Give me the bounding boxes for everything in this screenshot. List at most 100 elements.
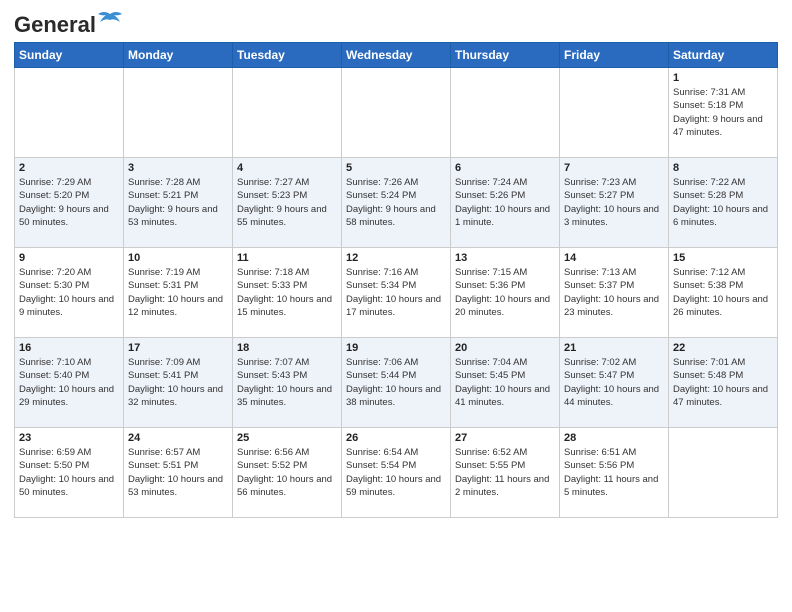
calendar-cell: 15 Sunrise: 7:12 AM Sunset: 5:38 PM Dayli… <box>669 248 778 338</box>
calendar-cell: 16 Sunrise: 7:10 AM Sunset: 5:40 PM Dayli… <box>15 338 124 428</box>
day-info: Sunrise: 7:02 AM Sunset: 5:47 PM Dayligh… <box>564 356 664 409</box>
calendar-cell <box>451 68 560 158</box>
calendar-cell: 14 Sunrise: 7:13 AM Sunset: 5:37 PM Dayli… <box>560 248 669 338</box>
weekday-header-friday: Friday <box>560 43 669 68</box>
calendar-cell: 2 Sunrise: 7:29 AM Sunset: 5:20 PM Daylig… <box>15 158 124 248</box>
weekday-header-wednesday: Wednesday <box>342 43 451 68</box>
day-number: 21 <box>564 342 664 354</box>
weekday-header-thursday: Thursday <box>451 43 560 68</box>
calendar-cell: 10 Sunrise: 7:19 AM Sunset: 5:31 PM Dayli… <box>124 248 233 338</box>
day-info: Sunrise: 7:15 AM Sunset: 5:36 PM Dayligh… <box>455 266 555 319</box>
weekday-header-tuesday: Tuesday <box>233 43 342 68</box>
calendar-cell <box>342 68 451 158</box>
day-info: Sunrise: 6:54 AM Sunset: 5:54 PM Dayligh… <box>346 446 446 499</box>
day-number: 8 <box>673 162 773 174</box>
day-number: 24 <box>128 432 228 444</box>
day-number: 10 <box>128 252 228 264</box>
weekday-header-monday: Monday <box>124 43 233 68</box>
calendar-cell: 22 Sunrise: 7:01 AM Sunset: 5:48 PM Dayli… <box>669 338 778 428</box>
day-number: 22 <box>673 342 773 354</box>
calendar-cell: 8 Sunrise: 7:22 AM Sunset: 5:28 PM Daylig… <box>669 158 778 248</box>
day-info: Sunrise: 7:13 AM Sunset: 5:37 PM Dayligh… <box>564 266 664 319</box>
calendar-cell <box>233 68 342 158</box>
day-number: 9 <box>19 252 119 264</box>
day-number: 6 <box>455 162 555 174</box>
weekday-header-saturday: Saturday <box>669 43 778 68</box>
calendar-cell: 17 Sunrise: 7:09 AM Sunset: 5:41 PM Dayli… <box>124 338 233 428</box>
calendar-cell: 3 Sunrise: 7:28 AM Sunset: 5:21 PM Daylig… <box>124 158 233 248</box>
day-info: Sunrise: 7:09 AM Sunset: 5:41 PM Dayligh… <box>128 356 228 409</box>
day-info: Sunrise: 6:57 AM Sunset: 5:51 PM Dayligh… <box>128 446 228 499</box>
day-number: 2 <box>19 162 119 174</box>
day-number: 28 <box>564 432 664 444</box>
calendar-table: SundayMondayTuesdayWednesdayThursdayFrid… <box>14 42 778 518</box>
calendar-cell: 5 Sunrise: 7:26 AM Sunset: 5:24 PM Daylig… <box>342 158 451 248</box>
calendar-cell: 20Sunrise: 7:04 AM Sunset: 5:45 PM Dayli… <box>451 338 560 428</box>
day-number: 20 <box>455 342 555 354</box>
day-number: 15 <box>673 252 773 264</box>
day-info: Sunrise: 7:29 AM Sunset: 5:20 PM Dayligh… <box>19 176 119 229</box>
day-info: Sunrise: 6:59 AM Sunset: 5:50 PM Dayligh… <box>19 446 119 499</box>
day-info: Sunrise: 7:06 AM Sunset: 5:44 PM Dayligh… <box>346 356 446 409</box>
calendar-cell: 6 Sunrise: 7:24 AM Sunset: 5:26 PM Daylig… <box>451 158 560 248</box>
calendar-cell: 7 Sunrise: 7:23 AM Sunset: 5:27 PM Daylig… <box>560 158 669 248</box>
day-info: Sunrise: 7:10 AM Sunset: 5:40 PM Dayligh… <box>19 356 119 409</box>
calendar-cell <box>124 68 233 158</box>
day-number: 19 <box>346 342 446 354</box>
day-info: Sunrise: 7:19 AM Sunset: 5:31 PM Dayligh… <box>128 266 228 319</box>
day-info: Sunrise: 7:23 AM Sunset: 5:27 PM Dayligh… <box>564 176 664 229</box>
calendar-cell: 27 Sunrise: 6:52 AM Sunset: 5:55 PM Dayli… <box>451 428 560 518</box>
day-info: Sunrise: 7:20 AM Sunset: 5:30 PM Dayligh… <box>19 266 119 319</box>
day-number: 26 <box>346 432 446 444</box>
day-info: Sunrise: 7:16 AM Sunset: 5:34 PM Dayligh… <box>346 266 446 319</box>
day-info: Sunrise: 7:26 AM Sunset: 5:24 PM Dayligh… <box>346 176 446 229</box>
day-number: 7 <box>564 162 664 174</box>
calendar-cell <box>669 428 778 518</box>
day-info: Sunrise: 7:27 AM Sunset: 5:23 PM Dayligh… <box>237 176 337 229</box>
logo-text: General <box>14 10 124 38</box>
day-number: 1 <box>673 72 773 84</box>
day-number: 18 <box>237 342 337 354</box>
day-info: Sunrise: 7:12 AM Sunset: 5:38 PM Dayligh… <box>673 266 773 319</box>
day-number: 4 <box>237 162 337 174</box>
calendar-cell: 26 Sunrise: 6:54 AM Sunset: 5:54 PM Dayli… <box>342 428 451 518</box>
day-info: Sunrise: 7:24 AM Sunset: 5:26 PM Dayligh… <box>455 176 555 229</box>
page: General SundayMondayTuesdayWednesdayThur… <box>0 0 792 532</box>
calendar-cell: 18Sunrise: 7:07 AM Sunset: 5:43 PM Dayli… <box>233 338 342 428</box>
day-number: 5 <box>346 162 446 174</box>
day-number: 17 <box>128 342 228 354</box>
calendar-cell: 25 Sunrise: 6:56 AM Sunset: 5:52 PM Dayli… <box>233 428 342 518</box>
day-number: 11 <box>237 252 337 264</box>
weekday-header-sunday: Sunday <box>15 43 124 68</box>
calendar-cell: 1 Sunrise: 7:31 AM Sunset: 5:18 PM Daylig… <box>669 68 778 158</box>
day-info: Sunrise: 6:51 AM Sunset: 5:56 PM Dayligh… <box>564 446 664 499</box>
logo-bird-icon <box>96 10 124 32</box>
day-number: 3 <box>128 162 228 174</box>
day-info: Sunrise: 6:52 AM Sunset: 5:55 PM Dayligh… <box>455 446 555 499</box>
day-info: Sunrise: 7:18 AM Sunset: 5:33 PM Dayligh… <box>237 266 337 319</box>
calendar-cell: 11 Sunrise: 7:18 AM Sunset: 5:33 PM Dayli… <box>233 248 342 338</box>
calendar-cell <box>560 68 669 158</box>
day-number: 13 <box>455 252 555 264</box>
day-info: Sunrise: 7:01 AM Sunset: 5:48 PM Dayligh… <box>673 356 773 409</box>
day-info: Sunrise: 7:22 AM Sunset: 5:28 PM Dayligh… <box>673 176 773 229</box>
calendar-cell: 23 Sunrise: 6:59 AM Sunset: 5:50 PM Dayli… <box>15 428 124 518</box>
day-number: 23 <box>19 432 119 444</box>
header: General <box>14 10 778 34</box>
logo: General <box>14 10 124 34</box>
day-number: 12 <box>346 252 446 264</box>
calendar-cell: 19 Sunrise: 7:06 AM Sunset: 5:44 PM Dayli… <box>342 338 451 428</box>
calendar-cell: 12 Sunrise: 7:16 AM Sunset: 5:34 PM Dayli… <box>342 248 451 338</box>
calendar-cell: 28 Sunrise: 6:51 AM Sunset: 5:56 PM Dayli… <box>560 428 669 518</box>
day-info: Sunrise: 7:31 AM Sunset: 5:18 PM Dayligh… <box>673 86 773 139</box>
calendar-cell: 24 Sunrise: 6:57 AM Sunset: 5:51 PM Dayli… <box>124 428 233 518</box>
day-number: 27 <box>455 432 555 444</box>
day-info: Sunrise: 7:28 AM Sunset: 5:21 PM Dayligh… <box>128 176 228 229</box>
day-number: 16 <box>19 342 119 354</box>
calendar-cell: 13 Sunrise: 7:15 AM Sunset: 5:36 PM Dayli… <box>451 248 560 338</box>
calendar-cell: 21 Sunrise: 7:02 AM Sunset: 5:47 PM Dayli… <box>560 338 669 428</box>
day-number: 25 <box>237 432 337 444</box>
day-number: 14 <box>564 252 664 264</box>
day-info: Sunrise: 6:56 AM Sunset: 5:52 PM Dayligh… <box>237 446 337 499</box>
calendar-cell <box>15 68 124 158</box>
